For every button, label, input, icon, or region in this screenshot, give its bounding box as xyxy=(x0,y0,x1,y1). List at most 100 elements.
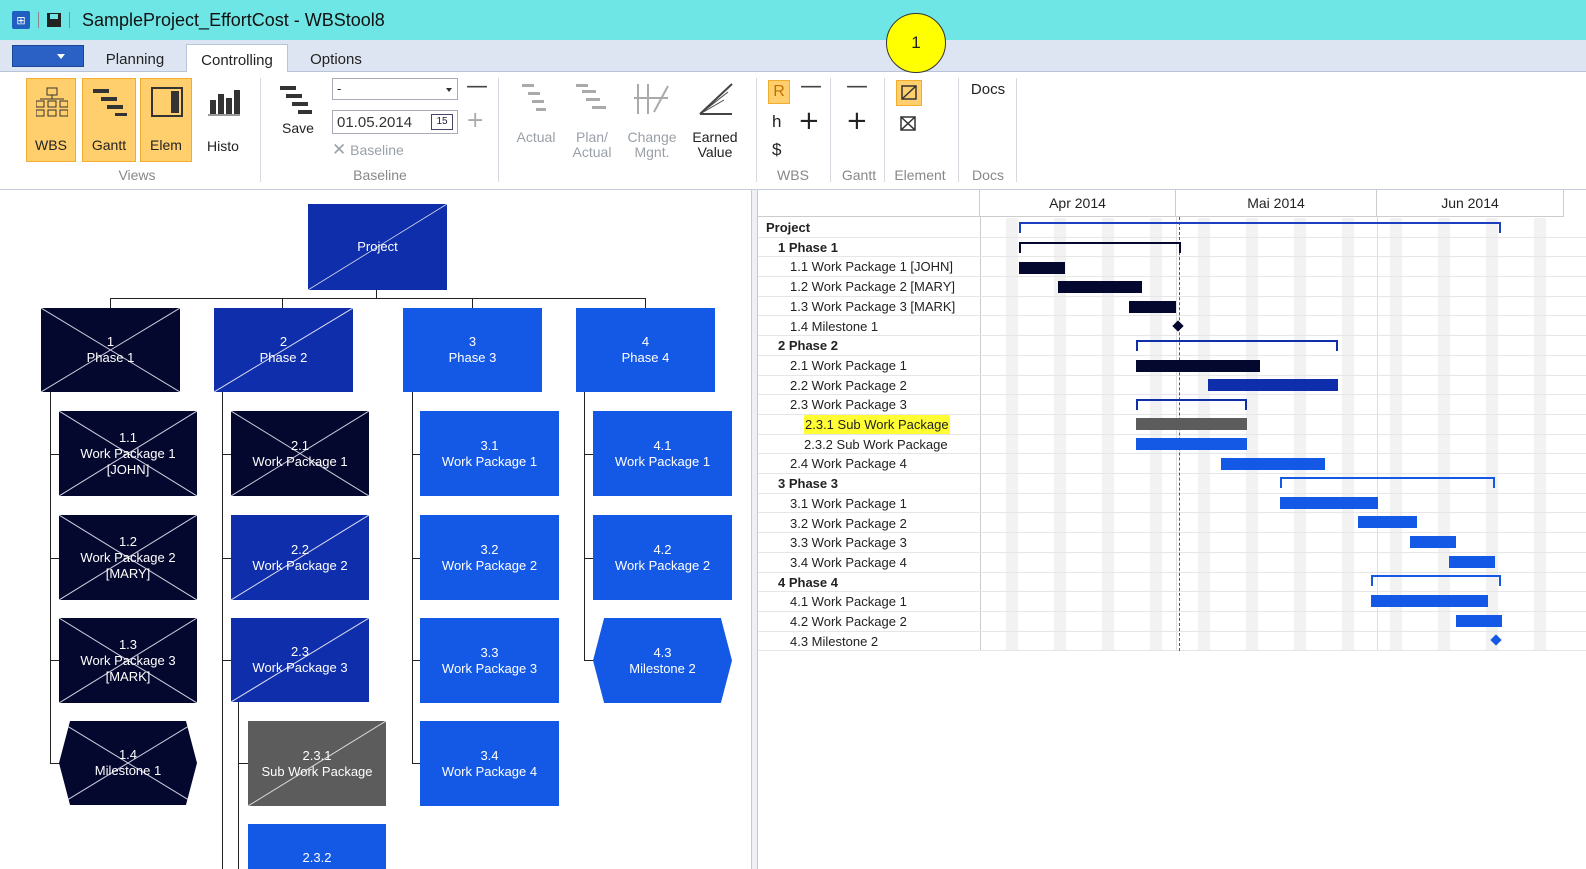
wbs-node-2-3-2[interactable]: 2.3.2 xyxy=(248,824,386,869)
wbs-node-phase-2[interactable]: 2 Phase 2 xyxy=(214,308,353,392)
gantt-row[interactable]: 3.1 Work Package 1 xyxy=(758,494,1586,514)
connector-line xyxy=(238,702,239,869)
gantt-bar-2-4[interactable] xyxy=(1221,458,1325,470)
wbs-node-3-4[interactable]: 3.4 Work Package 4 xyxy=(420,721,559,806)
calendar-icon[interactable]: 15 xyxy=(431,114,453,130)
views-group-label: Views xyxy=(118,167,156,183)
wbs-node-2-3-1[interactable]: 2.3.1 Sub Work Package xyxy=(248,721,386,806)
gantt-row[interactable]: 1.2 Work Package 2 [MARY] xyxy=(758,277,1586,297)
tab-planning[interactable]: Planning xyxy=(92,44,178,73)
baseline-button-label: Baseline xyxy=(350,142,404,158)
baseline-date-field[interactable]: 01.05.2014 15 xyxy=(332,110,458,134)
wbs-tree-icon xyxy=(36,87,68,117)
wbs-node-phase-1[interactable]: 1 Phase 1 xyxy=(41,308,180,392)
node-label: Work Package 2 xyxy=(441,557,538,573)
wbs-node-1-3[interactable]: 1.3 Work Package 3 [MARK] xyxy=(59,618,197,703)
wbs-node-phase-4[interactable]: 4 Phase 4 xyxy=(576,308,715,392)
gantt-bar-3-2[interactable] xyxy=(1358,516,1417,528)
wbs-node-2-2[interactable]: 2.2 Work Package 2 xyxy=(231,515,369,600)
gantt-row[interactable]: 2.4 Work Package 4 xyxy=(758,454,1586,475)
wbs-dollar-button[interactable]: $ xyxy=(772,141,781,158)
wbs-group-label: WBS xyxy=(777,167,809,183)
gantt-summary-phase-4[interactable] xyxy=(1371,575,1501,586)
earned-value-label-1: Earned xyxy=(692,129,738,145)
gantt-bar-1-2[interactable] xyxy=(1058,281,1142,293)
gantt-row[interactable]: 3.2 Work Package 2 xyxy=(758,514,1586,534)
baseline-save-button[interactable]: Save xyxy=(272,78,324,162)
gantt-bar-2-3-2[interactable] xyxy=(1136,438,1247,450)
wbs-node-1-4-milestone[interactable]: 1.4 Milestone 1 xyxy=(59,721,197,805)
plan-actual-button[interactable]: Plan/ Actual xyxy=(564,78,620,162)
wbs-node-4-3-milestone[interactable]: 4.3 Milestone 2 xyxy=(593,618,732,703)
gantt-summary-phase-2[interactable] xyxy=(1136,340,1338,351)
wbs-node-3-3[interactable]: 3.3 Work Package 3 xyxy=(420,618,559,703)
wbs-view-button[interactable]: WBS xyxy=(26,78,76,162)
gantt-minus-icon[interactable]: — xyxy=(846,74,868,99)
gantt-summary-2-3[interactable] xyxy=(1136,399,1247,410)
docs-button[interactable]: Docs xyxy=(964,82,1012,97)
file-menu-button[interactable] xyxy=(12,45,84,67)
wbs-node-3-1[interactable]: 3.1 Work Package 1 xyxy=(420,411,559,496)
baseline-select[interactable]: - xyxy=(332,78,458,100)
wbs-node-3-2[interactable]: 3.2 Work Package 2 xyxy=(420,515,559,600)
wbs-node-4-2[interactable]: 4.2 Work Package 2 xyxy=(593,515,732,600)
earned-value-button[interactable]: Earned Value xyxy=(684,78,746,162)
gantt-summary-phase-1[interactable] xyxy=(1019,242,1181,253)
connector-line xyxy=(50,392,51,764)
wbs-node-2-1[interactable]: 2.1 Work Package 1 xyxy=(231,411,369,496)
minus-icon[interactable]: — xyxy=(466,74,488,99)
wbs-node-phase-3[interactable]: 3 Phase 3 xyxy=(403,308,542,392)
gantt-bar-1-1[interactable] xyxy=(1019,262,1065,274)
gantt-bar-1-3[interactable] xyxy=(1129,301,1176,313)
wbs-node-1-1[interactable]: 1.1 Work Package 1 [JOHN] xyxy=(59,411,197,496)
gantt-view-button[interactable]: Gantt xyxy=(82,78,136,162)
gantt-bar-4-1[interactable] xyxy=(1371,595,1488,607)
elem-view-label: Elem xyxy=(150,137,182,153)
gantt-row[interactable]: 3.3 Work Package 3 xyxy=(758,533,1586,553)
plus-icon[interactable]: + xyxy=(466,108,484,133)
gantt-bar-2-1[interactable] xyxy=(1136,360,1260,372)
gantt-row[interactable]: 2.2 Work Package 2 xyxy=(758,376,1586,396)
gantt-bar-3-3[interactable] xyxy=(1410,536,1456,548)
gantt-bar-2-2[interactable] xyxy=(1208,379,1338,391)
connector-line xyxy=(50,763,60,764)
gantt-row-label: 3 Phase 3 xyxy=(778,476,838,492)
change-label-1: Change xyxy=(627,129,677,145)
wbs-node-1-2[interactable]: 1.2 Work Package 2 [MARY] xyxy=(59,515,197,600)
element-x-box-button[interactable] xyxy=(896,112,922,138)
connector-line xyxy=(645,298,646,308)
wbs-diagram-pane[interactable]: Project 1 Phase 1 2 Phase 2 3 Phase 3 4 Phas… xyxy=(10,190,752,869)
wbs-plus-icon[interactable]: + xyxy=(798,106,820,136)
gantt-row[interactable]: 4.3 Milestone 2 xyxy=(758,632,1586,652)
wbs-h-button[interactable]: h xyxy=(772,113,781,130)
gantt-row[interactable]: 1.1 Work Package 1 [JOHN] xyxy=(758,257,1586,278)
node-number: 3.3 xyxy=(480,644,499,660)
gantt-summary-phase-3[interactable] xyxy=(1280,477,1495,488)
gantt-row-label: 4.3 Milestone 2 xyxy=(790,633,879,649)
gantt-bar-3-4[interactable] xyxy=(1449,556,1495,568)
wbs-node-4-1[interactable]: 4.1 Work Package 1 xyxy=(593,411,732,496)
baseline-date-value: 01.05.2014 xyxy=(337,114,413,131)
gantt-bar-3-1[interactable] xyxy=(1280,497,1378,509)
gantt-bar-2-3-1[interactable] xyxy=(1136,418,1247,430)
wbs-r-button[interactable]: R xyxy=(768,80,790,104)
node-number: 4.3 xyxy=(653,644,672,660)
gantt-chart-pane[interactable]: Apr 2014 Mai 2014 Jun 2014 Project 1 Phas… xyxy=(758,190,1586,869)
gantt-plus-icon[interactable]: + xyxy=(846,106,868,136)
tab-controlling[interactable]: Controlling xyxy=(186,44,288,73)
element-crossed-box-button[interactable] xyxy=(896,80,922,106)
crossed-box-icon xyxy=(901,85,917,100)
tab-options[interactable]: Options xyxy=(296,44,376,73)
wbs-node-project[interactable]: Project xyxy=(308,204,447,290)
gantt-summary-project[interactable] xyxy=(1019,222,1501,233)
change-management-button[interactable]: Change Mgnt. xyxy=(622,78,682,162)
actual-button[interactable]: Actual xyxy=(508,78,564,162)
wbs-node-2-3[interactable]: 2.3 Work Package 3 xyxy=(231,618,369,702)
quick-save-icon[interactable] xyxy=(47,13,61,27)
histo-view-button[interactable]: Histo xyxy=(198,78,248,162)
wbs-minus-icon[interactable]: — xyxy=(800,74,822,99)
gantt-bar-4-2[interactable] xyxy=(1456,615,1502,627)
elem-view-button[interactable]: Elem xyxy=(140,78,192,162)
app-grid-icon[interactable]: ⊞ xyxy=(12,11,30,29)
baseline-button[interactable]: ✕ Baseline xyxy=(332,141,422,158)
